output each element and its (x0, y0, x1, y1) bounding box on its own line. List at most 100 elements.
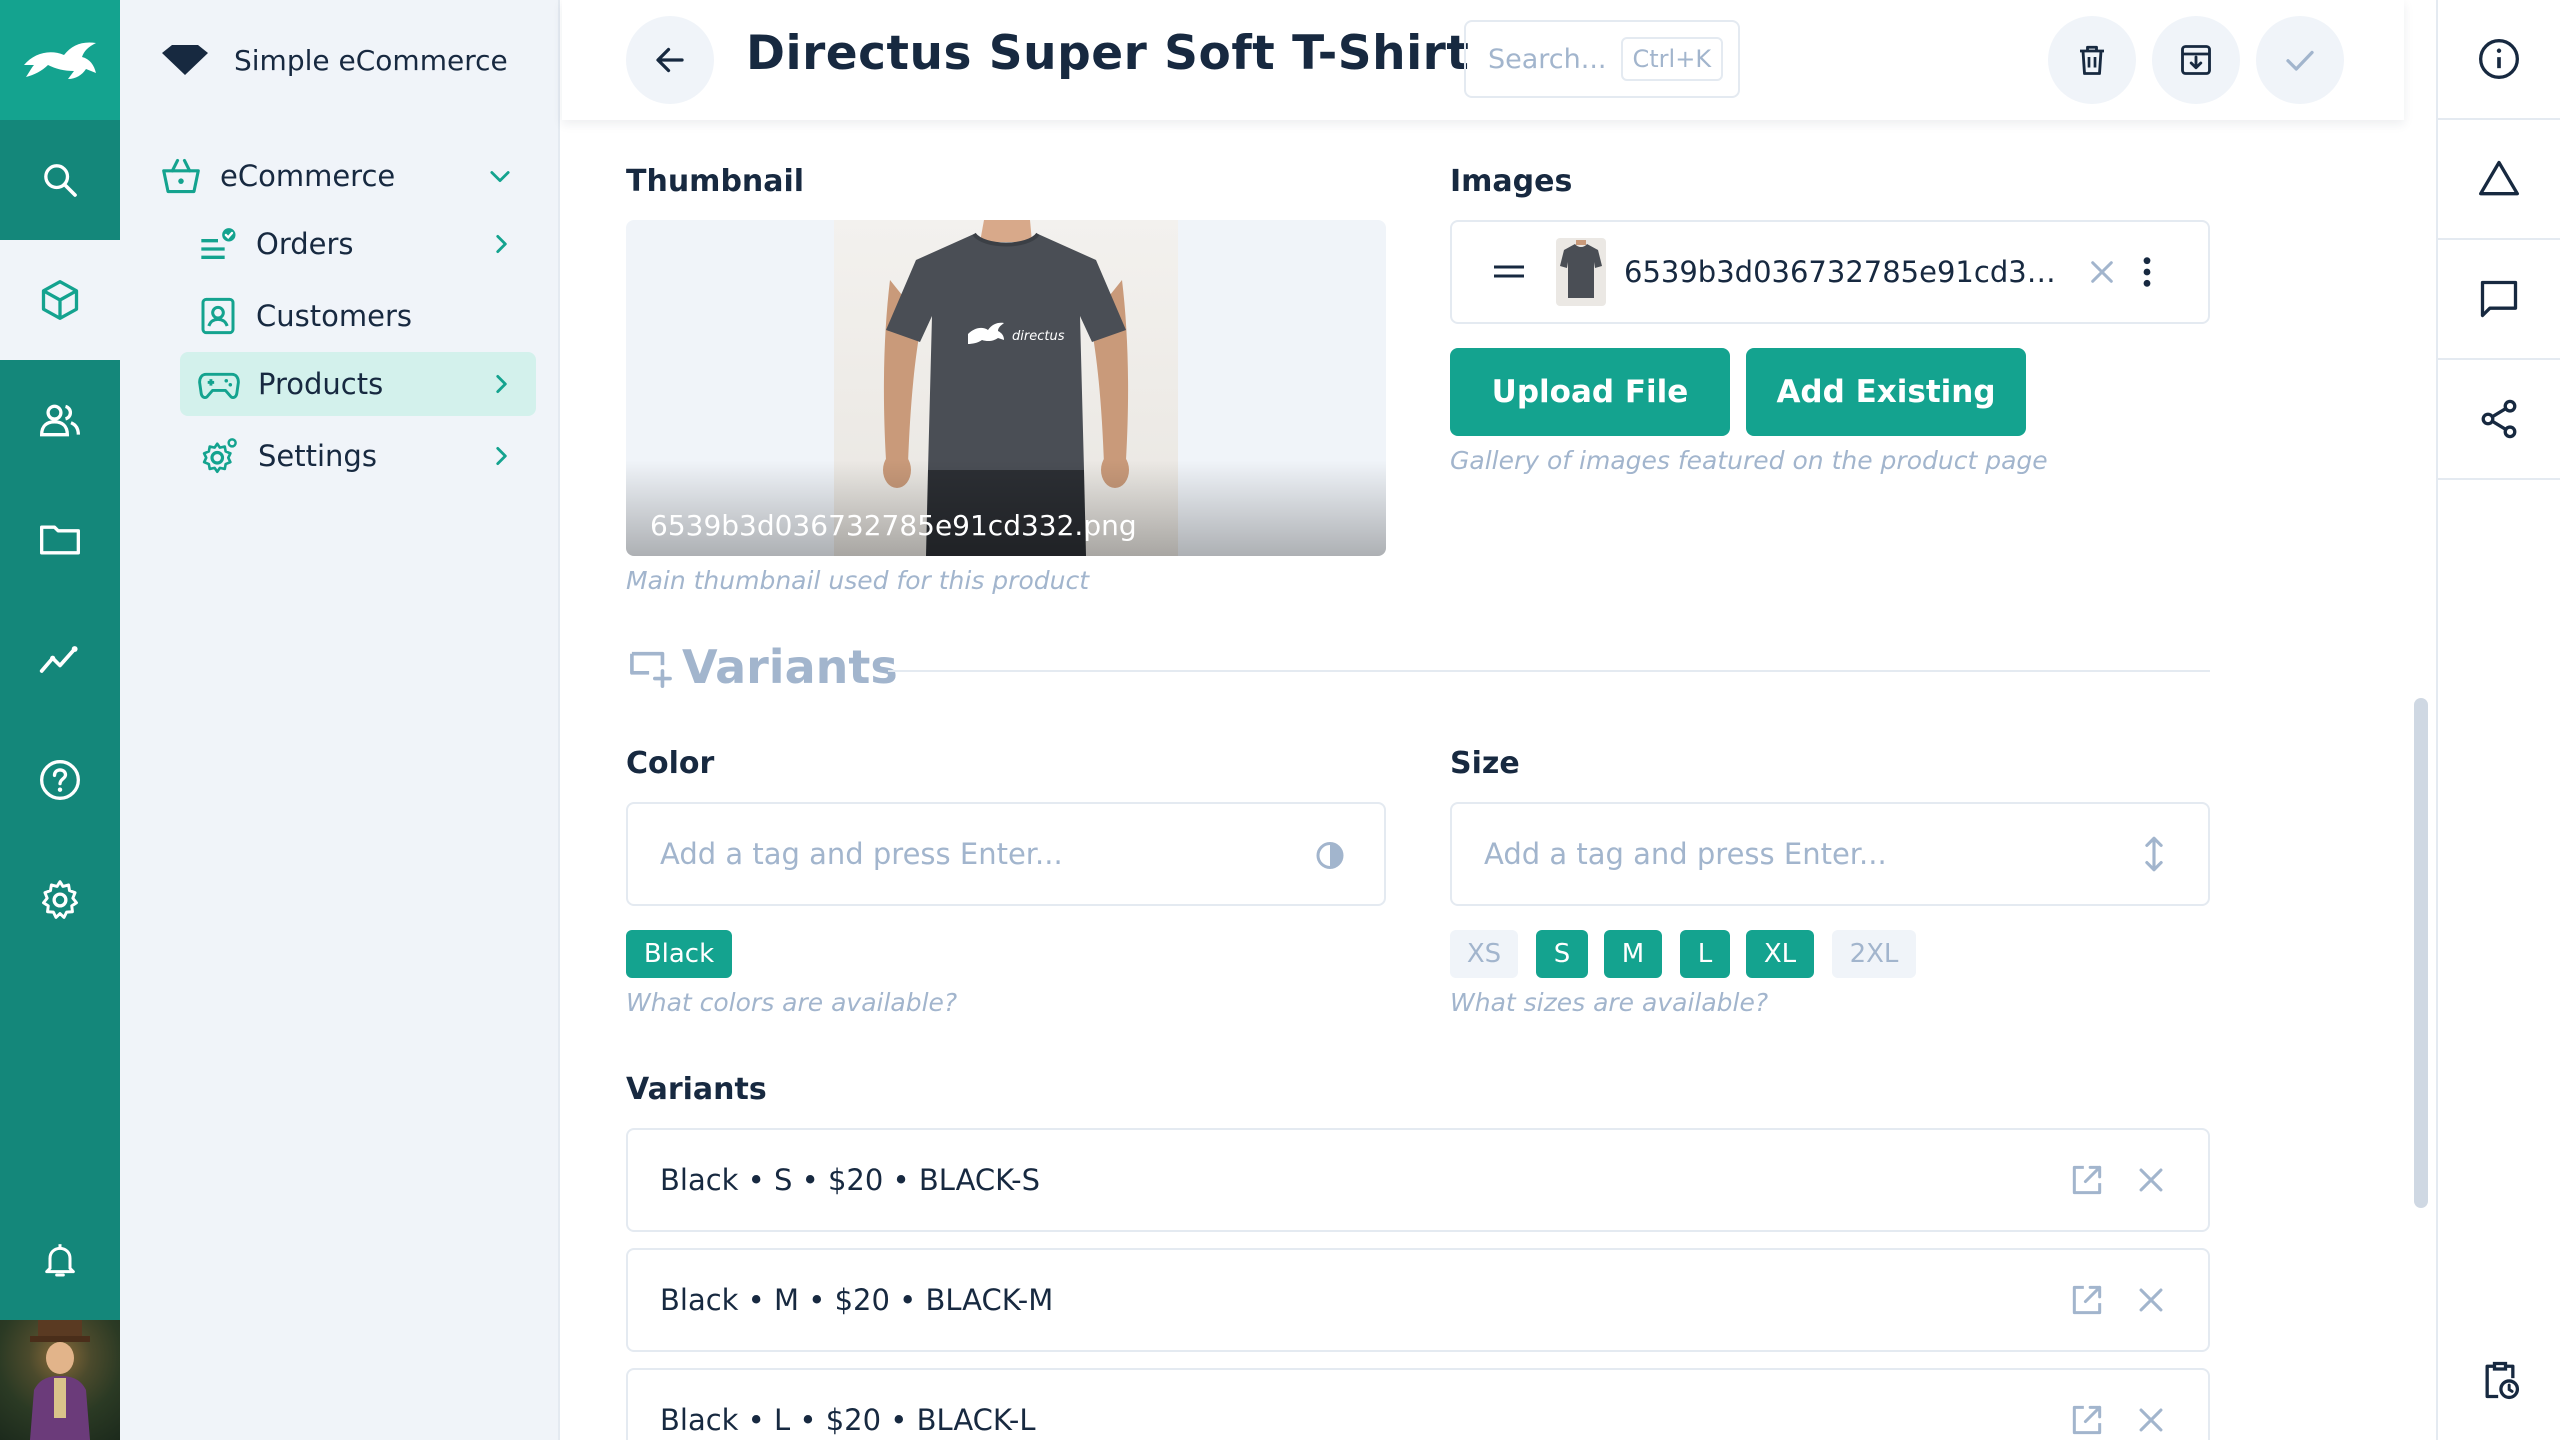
comment-icon (2480, 280, 2518, 318)
sidebar-item-label: Orders (256, 227, 354, 261)
size-note: What sizes are available? (1450, 988, 1769, 1017)
archive-icon (2181, 45, 2211, 75)
open-external-icon[interactable] (2068, 1281, 2106, 1319)
images-label: Images (1450, 164, 1573, 199)
images-note: Gallery of images featured on the produc… (1450, 446, 2048, 475)
shirt-logo-text: directus (1012, 329, 1065, 344)
variant-text: Black • M • $20 • BLACK-M (660, 1283, 1054, 1317)
trash-icon (2080, 45, 2104, 75)
gamepad-icon (198, 372, 240, 399)
settings-gear-icon (202, 438, 237, 474)
project-switcher[interactable]: Simple eCommerce (160, 36, 508, 84)
color-label: Color (626, 746, 715, 781)
cube-icon (41, 280, 79, 320)
remove-icon[interactable] (2134, 1403, 2168, 1437)
close-icon[interactable] (2086, 256, 2118, 288)
nav-group-label: eCommerce (220, 159, 396, 193)
arrow-left-icon (656, 47, 684, 73)
size-option-s[interactable]: S (1536, 930, 1588, 978)
users-module[interactable] (0, 360, 120, 480)
size-option-xs[interactable]: XS (1450, 930, 1518, 978)
comments-button[interactable] (2438, 240, 2560, 360)
open-external-icon[interactable] (2068, 1161, 2106, 1199)
variants-divider-icon (630, 651, 672, 688)
tshirt-thumb-icon (1560, 240, 1602, 298)
search-shortcut: Ctrl+K (1620, 37, 1724, 81)
notifications-button[interactable] (0, 1200, 120, 1320)
settings-module[interactable] (0, 840, 120, 960)
clipboard-button[interactable] (2438, 1340, 2560, 1420)
upload-file-button[interactable]: Upload File (1450, 348, 1730, 436)
variant-row[interactable]: Black • S • $20 • BLACK-S (626, 1128, 2210, 1232)
size-option-l[interactable]: L (1680, 930, 1730, 978)
info-icon (2479, 39, 2519, 79)
remove-icon[interactable] (2134, 1283, 2168, 1317)
sidebar-item-label: Settings (258, 439, 377, 473)
project-name: Simple eCommerce (234, 43, 508, 77)
project-logo-icon (162, 45, 208, 75)
size-tag-input[interactable]: Add a tag and press Enter... (1450, 802, 2210, 906)
size-option-m[interactable]: M (1604, 930, 1662, 978)
help-icon (40, 760, 80, 800)
chevron-right-icon (496, 447, 507, 465)
page-header: Directus Super Soft T-Shirt Search... Ct… (562, 0, 2404, 120)
color-placeholder: Add a tag and press Enter... (660, 837, 1063, 871)
open-external-icon[interactable] (2068, 1401, 2106, 1439)
back-button[interactable] (626, 16, 714, 104)
chevron-down-icon (490, 171, 510, 183)
remove-icon[interactable] (2134, 1163, 2168, 1197)
thumbnail-note: Main thumbnail used for this product (626, 566, 1090, 595)
save-button[interactable] (2256, 16, 2344, 104)
help-module[interactable] (0, 720, 120, 840)
gear-icon (42, 880, 78, 919)
search-module[interactable] (0, 120, 120, 240)
thumbnail-label: Thumbnail (626, 164, 805, 199)
insights-module[interactable] (0, 600, 120, 720)
color-tag-black[interactable]: Black (626, 930, 732, 978)
add-existing-button[interactable]: Add Existing (1746, 348, 2026, 436)
variant-row[interactable]: Black • M • $20 • BLACK-M (626, 1248, 2210, 1352)
revisions-button[interactable] (2438, 120, 2560, 240)
more-vertical-icon[interactable] (2140, 255, 2154, 289)
directus-logo[interactable] (0, 0, 120, 120)
divider-line (888, 670, 2210, 672)
sidebar-item-settings[interactable]: Settings (180, 424, 536, 488)
delete-button[interactable] (2048, 16, 2136, 104)
user-avatar[interactable] (0, 1320, 120, 1440)
sidebar-item-orders[interactable]: Orders (180, 212, 536, 276)
share-button[interactable] (2438, 360, 2560, 480)
search-input[interactable]: Search... Ctrl+K (1464, 20, 1740, 98)
avatar-portrait-icon (30, 1320, 90, 1440)
clipboard-clock-icon (2485, 1361, 2520, 1400)
sidebar-item-customers[interactable]: Customers (180, 284, 536, 348)
sidebar-item-label: Products (258, 367, 384, 401)
size-option-2xl[interactable]: 2XL (1832, 930, 1916, 978)
color-note: What colors are available? (626, 988, 958, 1017)
archive-button[interactable] (2152, 16, 2240, 104)
drag-handle-icon[interactable] (1492, 262, 1526, 282)
triangle-icon (2479, 160, 2519, 196)
variant-row[interactable]: Black • L • $20 • BLACK-L (626, 1368, 2210, 1440)
image-thumbnail (1556, 238, 1606, 306)
files-module[interactable] (0, 480, 120, 600)
thumbnail-preview[interactable]: directus 6539b3d036732785e91cd332.png (626, 220, 1386, 556)
variants-divider-title: Variants (682, 640, 898, 694)
vertical-resize-icon (2145, 836, 2163, 872)
scrollbar-thumb[interactable] (2414, 698, 2428, 1208)
image-list-item[interactable]: 6539b3d036732785e91cd33... (1450, 220, 2210, 324)
folder-icon (40, 525, 80, 555)
variants-label: Variants (626, 1072, 767, 1107)
size-option-xl[interactable]: XL (1746, 930, 1814, 978)
chevron-right-icon (496, 375, 507, 393)
nav-group-ecommerce[interactable]: eCommerce (160, 148, 520, 204)
insights-icon (39, 646, 78, 673)
module-bar (0, 0, 120, 1440)
color-tag-input[interactable]: Add a tag and press Enter... (626, 802, 1386, 906)
sidebar-item-label: Customers (256, 299, 412, 333)
rabbit-logo-icon (24, 42, 96, 79)
content-module[interactable] (0, 240, 120, 360)
color-drop-icon (1316, 842, 1344, 869)
info-button[interactable] (2438, 0, 2560, 120)
sidebar-item-products[interactable]: Products (180, 352, 536, 416)
size-label: Size (1450, 746, 1520, 781)
